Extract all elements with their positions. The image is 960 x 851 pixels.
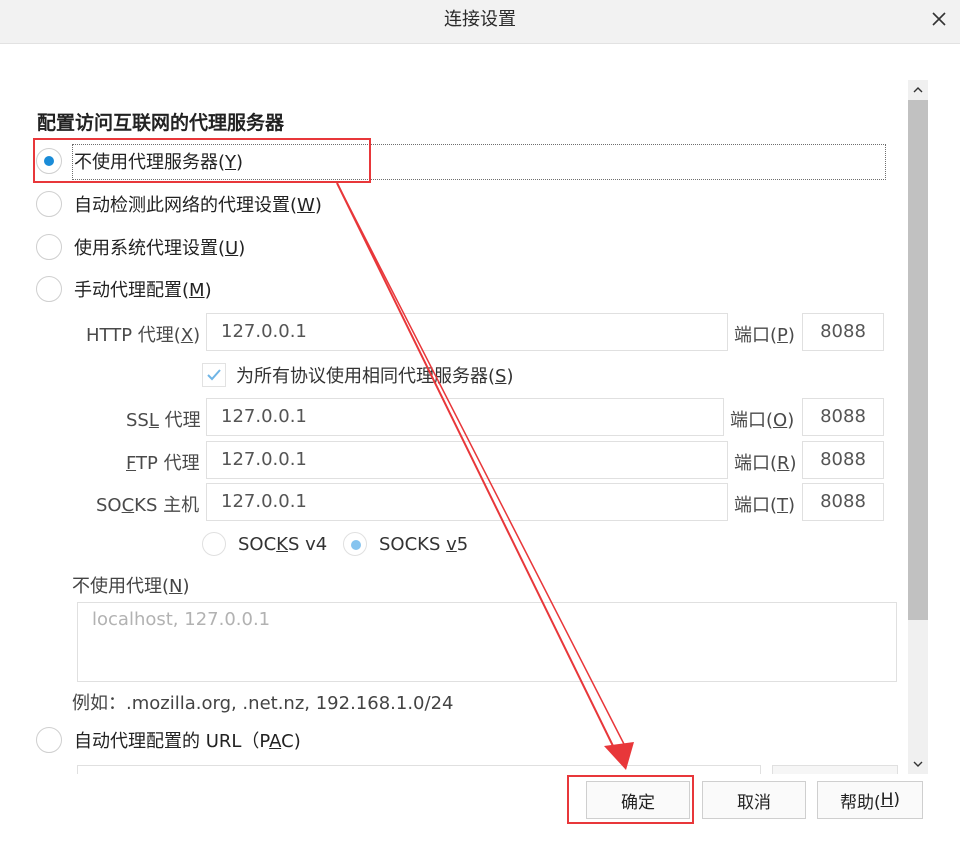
radio-button[interactable] [343,532,367,556]
http-proxy-input[interactable]: 127.0.0.1 [206,313,728,351]
close-icon [932,12,946,26]
connection-settings-dialog: 连接设置 配置访问互联网的代理服务器 不使用代理服务器(Y) 自动检测此网络的代… [0,0,960,851]
radio-auto-detect[interactable]: 自动检测此网络的代理设置(W) [36,191,322,217]
no-proxy-textarea[interactable]: localhost, 127.0.0.1 [77,602,897,682]
radio-label: 自动代理配置的 URL（PAC) [74,731,301,752]
ssl-port-label: 端口(O) [730,410,795,431]
ssl-proxy-input[interactable]: 127.0.0.1 [206,398,724,436]
socks-port-input[interactable]: 8088 [802,483,884,521]
no-proxy-label: 不使用代理(N) [72,576,190,597]
radio-label: SOCKS v5 [379,533,469,555]
scroll-down-button[interactable] [908,754,928,774]
radio-button[interactable] [36,276,62,302]
http-port-input[interactable]: 8088 [802,313,884,351]
scroll-up-button[interactable] [908,80,928,100]
ftp-proxy-input[interactable]: 127.0.0.1 [206,441,728,479]
ftp-port-label: 端口(R) [734,453,797,474]
same-proxy-checkbox[interactable] [202,363,226,387]
ftp-proxy-label: FTP 代理 [126,453,200,474]
radio-button[interactable] [36,191,62,217]
socks-port-label: 端口(T) [734,495,796,516]
checkmark-icon [207,369,221,381]
dialog-title: 连接设置 [444,9,516,30]
radio-button[interactable] [202,532,226,556]
ssl-port-input[interactable]: 8088 [802,398,884,436]
radio-system-proxy[interactable]: 使用系统代理设置(U) [36,234,245,260]
http-proxy-label: HTTP 代理(X) [86,325,201,346]
ftp-port-input[interactable]: 8088 [802,441,884,479]
radio-manual-proxy[interactable]: 手动代理配置(M) [36,276,212,302]
radio-button[interactable] [36,727,62,753]
chevron-down-icon [913,761,923,767]
dialog-footer [0,774,960,851]
radio-label: 手动代理配置(M) [74,280,212,301]
radio-label: 自动检测此网络的代理设置(W) [74,195,322,216]
close-button[interactable] [924,4,954,34]
annotation-box-ok [567,775,694,824]
radio-label: 使用系统代理设置(U) [74,238,246,259]
same-proxy-checkbox-row[interactable]: 为所有协议使用相同代理服务器(S) [202,362,514,388]
title-bar: 连接设置 [0,0,960,44]
help-button[interactable]: 帮助(H) [817,781,923,819]
radio-socks-v4[interactable]: SOCKS v4 [202,532,327,556]
annotation-box-no-proxy [33,138,371,183]
socks-host-input[interactable]: 127.0.0.1 [206,483,728,521]
ssl-proxy-label: SSL 代理 [126,410,201,431]
section-title: 配置访问互联网的代理服务器 [37,112,285,134]
http-port-label: 端口(P) [734,325,795,346]
scrollbar-thumb[interactable] [908,100,928,620]
no-proxy-example: 例如：.mozilla.org, .net.nz, 192.168.1.0/24 [72,693,454,714]
radio-socks-v5[interactable]: SOCKS v5 [343,532,468,556]
radio-pac-url[interactable]: 自动代理配置的 URL（PAC) [36,727,301,753]
cancel-button[interactable]: 取消 [702,781,806,819]
same-proxy-label: 为所有协议使用相同代理服务器(S) [236,366,514,387]
radio-button[interactable] [36,234,62,260]
radio-label: SOCKS v4 [238,533,328,555]
socks-host-label: SOCKS 主机 [96,495,200,516]
chevron-up-icon [913,87,923,93]
